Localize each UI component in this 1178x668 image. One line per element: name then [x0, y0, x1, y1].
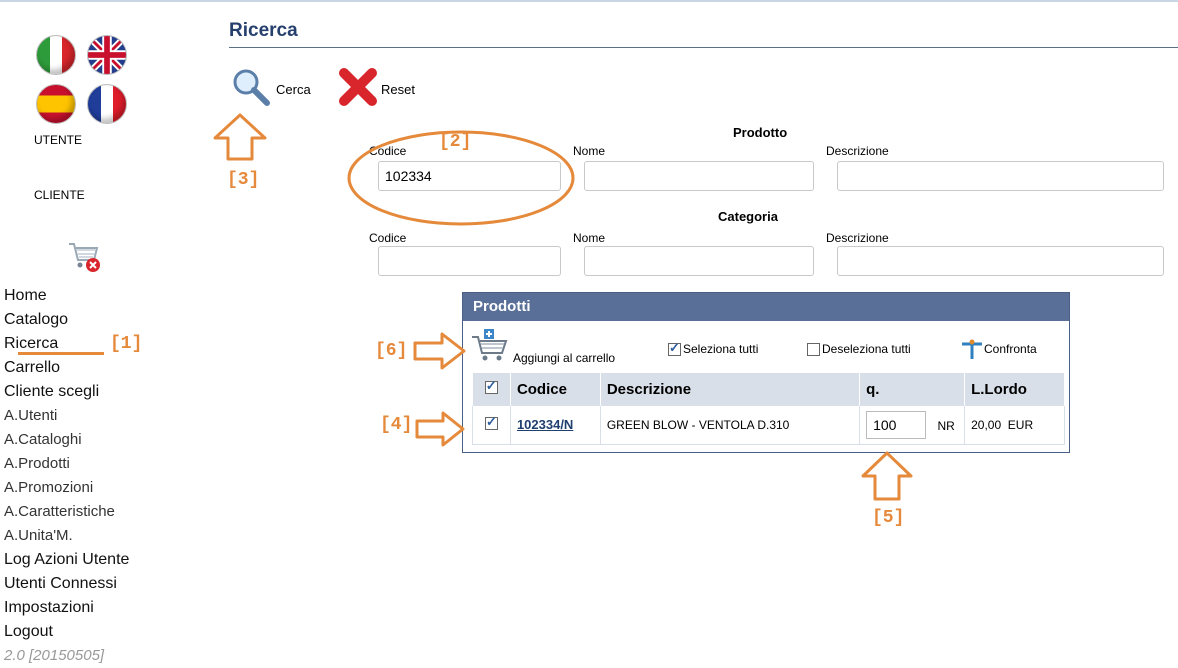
categoria-descrizione-label: Descrizione — [826, 231, 889, 245]
select-all-checkbox[interactable] — [668, 340, 681, 356]
nav-item-log-azioni[interactable]: Log Azioni Utente — [4, 548, 129, 572]
annotation-arrow-right-4 — [415, 411, 465, 447]
prodotto-nome-input[interactable] — [584, 161, 814, 191]
compare-icon[interactable] — [960, 339, 984, 361]
annotation-label-6: [6] — [375, 341, 408, 361]
italian-flag-icon[interactable] — [36, 35, 76, 75]
french-flag-icon[interactable] — [87, 84, 127, 124]
row-select-checkbox[interactable] — [484, 414, 498, 430]
annotation-label-3: [3] — [227, 170, 260, 190]
add-to-cart-icon[interactable] — [470, 329, 510, 363]
search-icon[interactable] — [231, 67, 271, 107]
table-row: 102334/N GREEN BLOW - VENTOLA D.310 NR 2… — [472, 406, 1065, 445]
select-all-button[interactable]: Seleziona tutti — [683, 342, 758, 356]
table-header-row: Codice Descrizione q. L.Lordo — [472, 373, 1065, 406]
row-codice-cell: 102334/N — [510, 406, 601, 445]
nav-item-cliente-scegli[interactable]: Cliente scegli — [4, 380, 129, 404]
deselect-all-button[interactable]: Deseleziona tutti — [822, 342, 911, 356]
prodotto-descrizione-input[interactable] — [837, 161, 1164, 191]
page-title: Ricerca — [229, 20, 298, 41]
prodotto-descrizione-label: Descrizione — [826, 144, 889, 158]
col-header-codice[interactable]: Codice — [510, 373, 601, 406]
title-divider — [229, 47, 1178, 48]
row-codice-link[interactable]: 102334/N — [517, 417, 573, 432]
nav-item-catalogo[interactable]: Catalogo — [4, 308, 129, 332]
annotation-underline-1 — [18, 352, 104, 355]
categoria-codice-input[interactable] — [378, 246, 561, 276]
prodotto-section-title: Prodotto — [733, 125, 788, 140]
nav-item-a-cataloghi[interactable]: A.Cataloghi — [4, 428, 129, 452]
col-header-qty[interactable]: q. — [859, 373, 966, 406]
categoria-nome-label: Nome — [573, 231, 606, 245]
header-checkbox-cell[interactable] — [472, 373, 511, 406]
nav-item-a-prodotti[interactable]: A.Prodotti — [4, 452, 129, 476]
utente-label: UTENTE — [34, 133, 82, 147]
annotation-label-5: [5] — [872, 508, 905, 528]
search-button[interactable]: Cerca — [276, 82, 311, 97]
categoria-nome-input[interactable] — [584, 246, 814, 276]
top-border — [0, 0, 1178, 2]
nav-item-a-utenti[interactable]: A.Utenti — [4, 404, 129, 428]
row-descrizione: GREEN BLOW - VENTOLA D.310 — [600, 406, 861, 445]
annotation-label-4: [4] — [380, 415, 413, 435]
row-qty-input[interactable] — [866, 410, 927, 439]
annotation-arrow-up-3 — [213, 113, 267, 161]
cart-remove-icon[interactable] — [66, 238, 102, 274]
row-unit: NR — [937, 418, 955, 433]
row-lordo: 20,00 EUR — [964, 406, 1065, 445]
version-label: 2.0 [20150505] — [4, 647, 105, 664]
nav-item-carrello[interactable]: Carrello — [4, 356, 129, 380]
categoria-section-title: Categoria — [718, 209, 778, 224]
nav-item-impostazioni[interactable]: Impostazioni — [4, 596, 129, 620]
products-panel-title: Prodotti — [463, 293, 1069, 321]
products-table: Codice Descrizione q. L.Lordo 102334/N G… — [472, 373, 1065, 445]
row-qty-cell: NR — [859, 406, 966, 445]
deselect-all-checkbox[interactable] — [807, 343, 820, 356]
compare-button[interactable]: Confronta — [984, 342, 1037, 356]
nav-item-logout[interactable]: Logout — [4, 620, 129, 644]
nav-item-a-promozioni[interactable]: A.Promozioni — [4, 476, 129, 500]
english-flag-icon[interactable] — [87, 35, 127, 75]
cliente-label: CLIENTE — [34, 188, 85, 202]
row-checkbox-cell[interactable] — [472, 406, 511, 445]
annotation-label-2: [2] — [439, 132, 472, 152]
prodotto-nome-label: Nome — [573, 144, 606, 158]
nav-item-a-unita-m[interactable]: A.Unita'M. — [4, 524, 129, 548]
categoria-descrizione-input[interactable] — [837, 246, 1164, 276]
header-select-checkbox[interactable] — [484, 378, 498, 394]
col-header-descrizione[interactable]: Descrizione — [600, 373, 861, 406]
add-to-cart-button[interactable]: Aggiungi al carrello — [513, 351, 615, 365]
annotation-arrow-right-6 — [413, 332, 466, 370]
annotation-arrow-up-5 — [861, 451, 913, 501]
spanish-flag-icon[interactable] — [36, 84, 76, 124]
products-panel: Prodotti Aggiungi al carrello Seleziona … — [462, 292, 1070, 453]
reset-button[interactable]: Reset — [381, 82, 415, 97]
col-header-lordo[interactable]: L.Lordo — [964, 373, 1065, 406]
nav-item-home[interactable]: Home — [4, 284, 129, 308]
reset-icon[interactable] — [338, 67, 378, 107]
annotation-label-1: [1] — [110, 334, 143, 354]
categoria-codice-label: Codice — [369, 231, 407, 245]
nav-item-utenti-connessi[interactable]: Utenti Connessi — [4, 572, 129, 596]
nav-item-a-caratteristiche[interactable]: A.Caratteristiche — [4, 500, 129, 524]
